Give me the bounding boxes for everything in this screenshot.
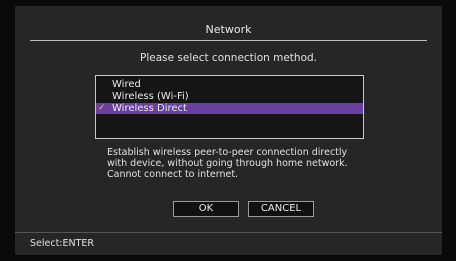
option-wired[interactable]: Wired: [96, 79, 363, 90]
connection-method-list[interactable]: Wired Wireless (Wi-Fi) ✓ Wireless Direct: [95, 75, 364, 139]
option-label: Wireless Direct: [112, 103, 187, 114]
option-label: Wireless (Wi-Fi): [112, 91, 189, 102]
title-divider: [30, 40, 427, 41]
option-description: Establish wireless peer-to-peer connecti…: [107, 147, 348, 180]
footer-divider: [15, 232, 442, 233]
checkmark-icon: ✓: [98, 103, 106, 113]
option-label: Wired: [112, 79, 141, 90]
dialog-title: Network: [205, 23, 252, 36]
option-wireless-direct[interactable]: ✓ Wireless Direct: [96, 103, 363, 114]
footer-hint: Select:ENTER: [30, 238, 95, 249]
network-dialog: Network Please select connection method.…: [15, 6, 442, 255]
prompt-text: Please select connection method.: [139, 52, 318, 64]
option-wireless-wifi[interactable]: Wireless (Wi-Fi): [96, 91, 363, 102]
cancel-button[interactable]: CANCEL: [248, 201, 314, 217]
ok-button[interactable]: OK: [173, 201, 239, 217]
